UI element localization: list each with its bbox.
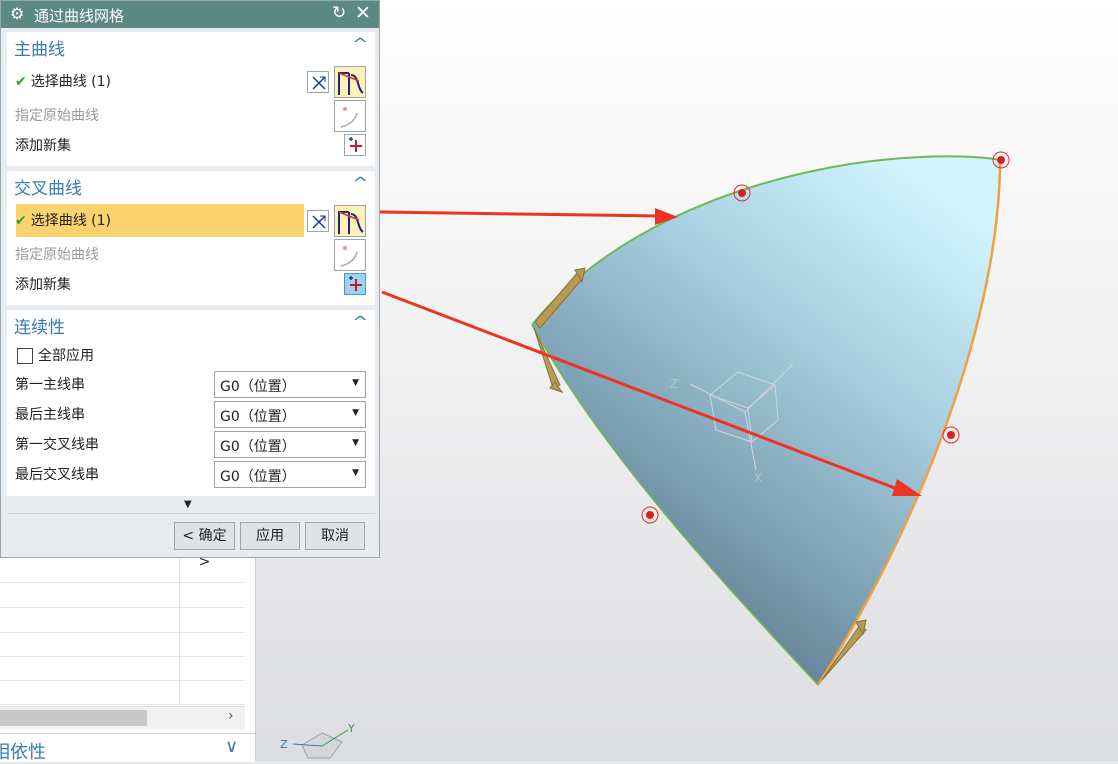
select-value: G0（位置） (220, 439, 296, 455)
cross-add-new-set-row[interactable]: 添加新集 (15, 273, 71, 297)
ok-button[interactable]: < 确定 > (174, 522, 235, 570)
apply-all-label: 全部应用 (38, 348, 94, 364)
dialog-title-bar[interactable]: ⚙ 通过曲线网格 ↻ ✕ (1, 1, 379, 28)
add-new-set-label: 添加新集 (15, 138, 71, 154)
triad-z-label: Z (670, 377, 678, 391)
curve-select-button[interactable] (334, 205, 366, 237)
check-icon: ✔ (15, 74, 27, 90)
navigator-row[interactable] (0, 583, 245, 608)
dropdown-arrow-icon: ▼ (352, 408, 359, 418)
specify-origin-curve-button[interactable] (334, 239, 366, 271)
view-triad-z-label: Z (280, 738, 288, 751)
more-options-toggle-icon[interactable]: ▼ (184, 499, 192, 510)
add-new-set-button[interactable] (344, 273, 366, 295)
check-icon: ✔ (15, 213, 27, 229)
apply-all-checkbox[interactable] (17, 348, 33, 364)
dependency-label: 相依性 (0, 742, 46, 763)
dialog-title: 通过曲线网格 (34, 7, 125, 25)
continuity-row-label: 最后交叉线串 (15, 467, 99, 483)
part-navigator-panel (0, 558, 256, 761)
curve-select-button[interactable] (334, 66, 366, 98)
triad-y-label: Y (792, 349, 801, 363)
collapse-icon[interactable]: ^ (353, 174, 369, 192)
group-heading[interactable]: 交叉曲线 (14, 174, 82, 199)
last-cross-continuity-select[interactable]: G0（位置） ▼ (214, 461, 366, 488)
select-curve-label: 选择曲线 (1) (30, 74, 112, 90)
collapse-icon[interactable]: ^ (353, 313, 369, 331)
specify-origin-label: 指定原始曲线 (15, 247, 99, 263)
dropdown-arrow-icon: ▼ (352, 378, 359, 388)
navigator-row[interactable] (0, 656, 245, 681)
dropdown-arrow-icon: ▼ (352, 438, 359, 448)
primary-add-new-set-row[interactable]: 添加新集 (15, 134, 71, 158)
curve-mesh-dialog: ⚙ 通过曲线网格 ↻ ✕ 主曲线 ^ ✔ 选择曲线 (1) 指定原始曲线 添加新集 (0, 0, 380, 570)
group-heading[interactable]: 主曲线 (14, 35, 65, 60)
navigator-row[interactable] (0, 608, 245, 633)
horizontal-scrollbar[interactable]: › (0, 706, 245, 729)
scrollbar-thumb[interactable] (0, 710, 147, 726)
cancel-button[interactable]: 取消 (305, 522, 365, 550)
continuity-row-label: 最后主线串 (15, 407, 85, 423)
primary-specify-origin-row: 指定原始曲线 (15, 104, 99, 128)
cross-select-curve-row[interactable]: ✔ 选择曲线 (1) (15, 209, 111, 233)
chevron-down-icon[interactable]: ∨ (225, 736, 238, 757)
reverse-direction-button[interactable] (307, 71, 329, 93)
navigator-row[interactable] (0, 632, 245, 657)
select-value: G0（位置） (220, 409, 296, 425)
view-triad-y-label: Y (347, 722, 355, 735)
select-value: G0（位置） (220, 469, 296, 485)
specify-origin-curve-button[interactable] (334, 100, 366, 132)
primary-select-curve-row[interactable]: ✔ 选择曲线 (1) (15, 70, 111, 94)
group-heading[interactable]: 连续性 (14, 313, 65, 338)
dropdown-arrow-icon: ▼ (352, 468, 359, 478)
close-icon[interactable]: ✕ (355, 2, 371, 24)
triad-x-label: X (754, 471, 762, 485)
dependency-panel-header[interactable]: 相依性 ∨ (0, 733, 255, 763)
continuity-row-label: 第一主线串 (15, 377, 85, 393)
specify-origin-label: 指定原始曲线 (15, 108, 99, 124)
gear-icon: ⚙ (10, 4, 25, 23)
continuity-row-label: 第一交叉线串 (15, 437, 99, 453)
collapse-icon[interactable]: ^ (353, 35, 369, 53)
cross-specify-origin-row: 指定原始曲线 (15, 243, 99, 267)
reset-icon[interactable]: ↻ (332, 3, 346, 23)
button-divider (7, 513, 375, 514)
scroll-right-icon[interactable]: › (228, 708, 234, 724)
last-primary-continuity-select[interactable]: G0（位置） ▼ (214, 401, 366, 428)
add-new-set-label: 添加新集 (15, 277, 71, 293)
reverse-direction-button[interactable] (307, 210, 329, 232)
continuity-group: 连续性 ^ 全部应用 第一主线串 G0（位置） ▼ 最后主线串 G0（位置） ▼ 第… (7, 310, 375, 496)
apply-button[interactable]: 应用 (240, 522, 300, 550)
cross-curves-group: 交叉曲线 ^ ✔ 选择曲线 (1) 指定原始曲线 添加新集 (7, 171, 375, 305)
first-primary-continuity-select[interactable]: G0（位置） ▼ (214, 371, 366, 398)
primary-curves-group: 主曲线 ^ ✔ 选择曲线 (1) 指定原始曲线 添加新集 (7, 32, 375, 166)
add-new-set-button[interactable] (344, 134, 366, 156)
select-value: G0（位置） (220, 379, 296, 395)
first-cross-continuity-select[interactable]: G0（位置） ▼ (214, 431, 366, 458)
navigator-row[interactable] (0, 680, 245, 705)
select-curve-label: 选择曲线 (1) (30, 213, 112, 229)
